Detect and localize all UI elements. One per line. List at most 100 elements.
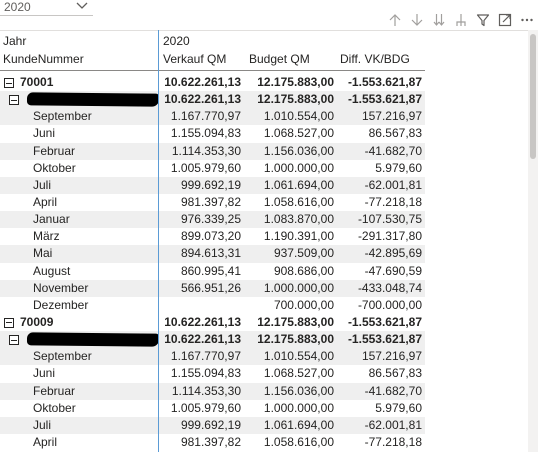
budget-cell: 12.175.883,00 [257, 332, 334, 347]
focus-mode-icon[interactable] [494, 11, 516, 29]
budget-cell: 700.000,00 [273, 297, 334, 312]
year-slicer[interactable]: 2020 [0, 0, 93, 16]
verkauf-cell: 10.622.261,13 [164, 75, 241, 89]
column-header-year[interactable]: 2020 [163, 34, 190, 48]
column-header-field: Jahr [3, 34, 27, 48]
row-label: Juni [33, 126, 56, 141]
budget-cell: 908.686,00 [273, 263, 334, 278]
expand-hierarchy-icon[interactable] [450, 11, 472, 29]
row-label: Dezember [33, 297, 89, 312]
month-row[interactable]: Oktober 1.005.979,60 1.000.000,00 5.979,60 [0, 160, 425, 177]
budget-cell: 1.000.000,00 [263, 400, 334, 415]
customer-row[interactable]: 70001 10.622.261,13 12.175.883,00 -1.553.62… [0, 74, 425, 91]
more-options-icon[interactable] [516, 11, 538, 29]
month-row[interactable]: Juli 999.692,19 1.061.694,00 -62.001,81 [0, 176, 425, 194]
scrollbar-thumb[interactable] [530, 34, 536, 159]
budget-cell: 1.010.554,00 [263, 349, 334, 364]
month-row[interactable]: März 899.073,20 1.190.391,00 -291.317,80 [0, 228, 425, 245]
year-slicer-value: 2020 [4, 0, 31, 14]
diff-cell: 86.567,83 [368, 126, 422, 141]
column-header-row: Jahr 2020 [0, 32, 528, 50]
row-label: März [33, 229, 60, 244]
row-label: Juli [33, 177, 52, 192]
verkauf-cell: 10.622.261,13 [164, 332, 241, 347]
month-row[interactable]: Oktober 1.005.979,60 1.000.000,00 5.979,60 [0, 400, 425, 417]
month-row[interactable]: Februar 1.114.353,30 1.156.036,00 -41.682,7… [0, 142, 425, 160]
filter-icon[interactable] [472, 11, 494, 29]
month-row[interactable]: Dezember 700.000,00 -700.000,00 [0, 297, 425, 314]
budget-cell: 1.190.391,00 [263, 229, 334, 244]
verkauf-cell: 976.339,25 [180, 212, 241, 227]
budget-cell: 12.175.883,00 [257, 75, 334, 89]
collapse-toggle-icon[interactable] [4, 78, 14, 88]
diff-cell: -47.690,59 [364, 263, 422, 278]
measure-header-diff[interactable]: Diff. VK/BDG [340, 52, 410, 66]
diff-cell: 5.979,60 [375, 160, 422, 175]
row-label: 70009 [20, 314, 54, 329]
row-label: Februar [33, 383, 76, 398]
subgroup-row[interactable]: 10.622.261,13 12.175.883,00 -1.553.621,87 [0, 91, 425, 109]
month-row[interactable]: Juni 1.155.094,83 1.068.527,00 86.567,83 [0, 125, 425, 142]
verkauf-cell: 981.397,82 [180, 434, 241, 449]
diff-cell: -62.001,81 [364, 417, 422, 432]
budget-cell: 12.175.883,00 [257, 92, 334, 107]
month-row[interactable]: September 1.167.770,97 1.010.554,00 157.216… [0, 108, 425, 126]
diff-cell: -77.218,18 [364, 434, 422, 449]
month-row[interactable]: Mai 894.613,31 937.509,00 -42.895,69 [0, 245, 425, 263]
budget-cell: 937.509,00 [273, 246, 334, 261]
collapse-toggle-icon[interactable] [9, 335, 19, 346]
measure-header-budget[interactable]: Budget QM [249, 52, 310, 66]
verkauf-cell: 981.397,82 [180, 194, 241, 209]
verkauf-cell: 899.073,20 [180, 229, 241, 244]
budget-cell: 1.061.694,00 [263, 177, 334, 192]
diff-cell: -62.001,81 [364, 177, 422, 192]
verkauf-cell: 1.114.353,30 [171, 143, 241, 158]
verkauf-cell: 1.155.094,83 [170, 366, 241, 381]
month-row[interactable]: Januar 976.339,25 1.083.870,00 -107.530,75 [0, 211, 425, 229]
row-label: August [33, 263, 71, 278]
month-row[interactable]: Februar 1.114.353,30 1.156.036,00 -41.682,7… [0, 382, 425, 400]
verkauf-cell: 894.613,31 [180, 246, 241, 261]
header-divider [0, 70, 425, 71]
row-label: November [33, 280, 89, 295]
month-row[interactable]: November 566.951,26 1.000.000,00 -433.048,7… [0, 279, 425, 297]
chevron-down-icon[interactable] [75, 0, 89, 12]
collapse-toggle-icon[interactable] [9, 95, 19, 106]
customer-row[interactable]: 70009 10.622.261,13 12.175.883,00 -1.553.62… [0, 314, 425, 331]
measure-header-verkauf[interactable]: Verkauf QM [163, 52, 226, 66]
budget-cell: 1.061.694,00 [263, 417, 334, 432]
budget-cell: 1.156.036,00 [263, 143, 334, 158]
month-row[interactable]: April 981.397,82 1.058.616,00 -77.218,18 [0, 194, 425, 211]
row-label: Januar [33, 212, 70, 227]
row-label: Oktober [33, 160, 76, 175]
month-row[interactable]: September 1.167.770,97 1.010.554,00 157.216… [0, 348, 425, 366]
drill-down-icon[interactable] [406, 11, 428, 29]
row-header-kundenummer[interactable]: KundeNummer [3, 52, 84, 66]
diff-cell: 86.567,83 [368, 366, 422, 381]
budget-cell: 1.083.870,00 [263, 212, 334, 227]
month-row[interactable]: August 860.995,41 908.686,00 -47.690,59 [0, 263, 425, 280]
diff-cell: -1.553.621,87 [347, 75, 422, 89]
month-row[interactable]: Juni 1.155.094,83 1.068.527,00 86.567,83 [0, 365, 425, 382]
expand-all-down-icon[interactable] [428, 11, 450, 29]
collapse-toggle-icon[interactable] [4, 317, 14, 328]
budget-cell: 1.156.036,00 [263, 383, 334, 398]
row-label: Mai [33, 246, 53, 261]
diff-cell: -291.317,80 [357, 229, 422, 244]
row-label: 70001 [20, 75, 54, 89]
diff-cell: 5.979,60 [375, 400, 422, 415]
verkauf-cell: 1.114.353,30 [171, 383, 241, 398]
month-row[interactable]: Juli 999.692,19 1.061.694,00 -62.001,81 [0, 416, 425, 434]
verkauf-cell: 1.167.770,97 [170, 349, 241, 364]
diff-cell: -41.682,70 [364, 383, 422, 398]
subgroup-row[interactable]: 10.622.261,13 12.175.883,00 -1.553.621,87 [0, 331, 425, 349]
row-label: Februar [33, 143, 76, 158]
diff-cell: -41.682,70 [364, 143, 422, 158]
budget-cell: 12.175.883,00 [257, 314, 334, 329]
drill-up-icon[interactable] [384, 11, 406, 29]
verkauf-cell: 1.005.979,60 [170, 160, 241, 175]
matrix-visual: Jahr 2020 KundeNummer Verkauf QM Budget … [0, 30, 538, 452]
month-row[interactable]: April 981.397,82 1.058.616,00 -77.218,18 [0, 434, 425, 451]
diff-cell: 157.216,97 [361, 109, 422, 124]
diff-cell: -42.895,69 [364, 246, 422, 261]
